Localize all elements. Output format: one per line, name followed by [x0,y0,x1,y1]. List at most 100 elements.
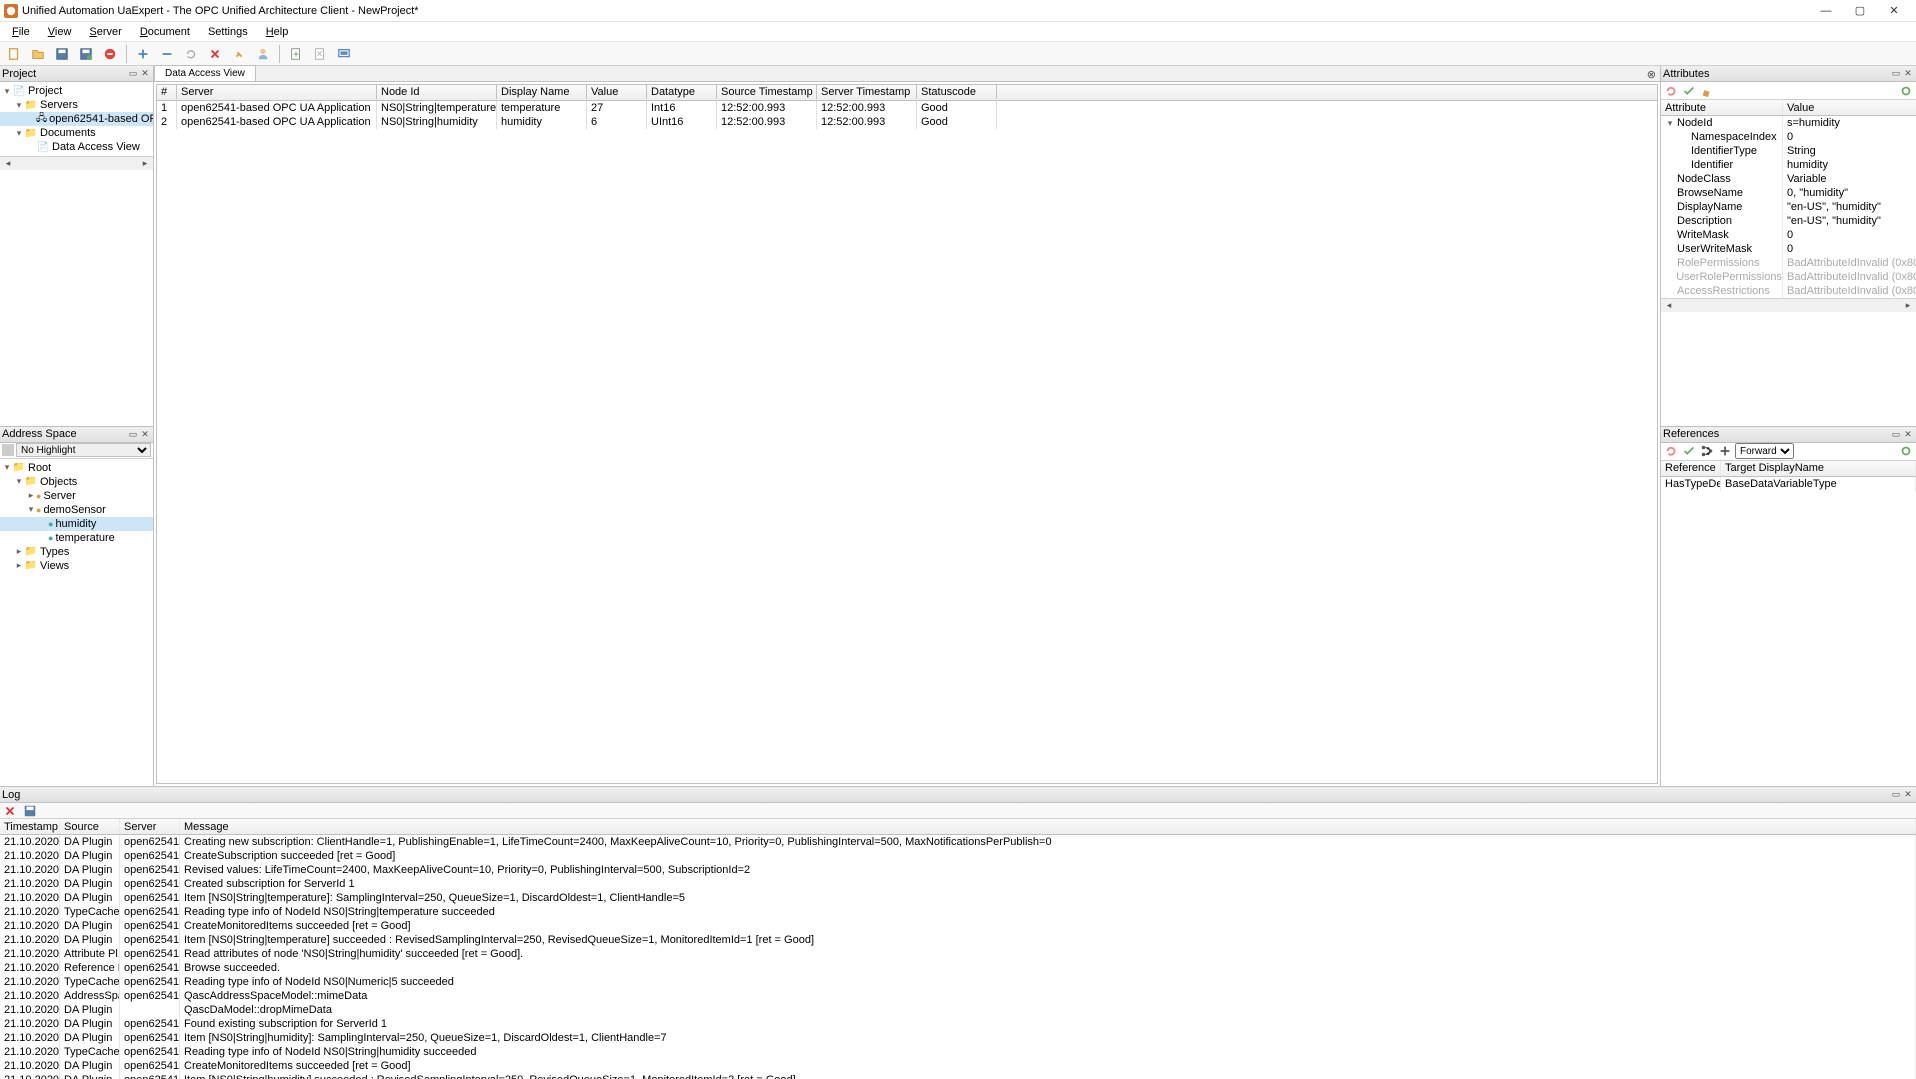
expand-icon[interactable]: ▾ [26,504,36,515]
log-row[interactable]: 21.10.2020 1...TypeCacheopen62541-...Rea… [0,1045,1916,1059]
add-document-button[interactable] [286,44,306,64]
root-node[interactable]: ▾Root [0,461,153,475]
attr-write-button[interactable] [1681,83,1697,99]
humidity-node[interactable]: humidity [0,517,153,531]
menu-server[interactable]: Server [81,24,129,40]
expand-icon[interactable]: ▸ [14,546,24,557]
scroll-left-icon[interactable]: ◂ [1663,300,1675,311]
tab-close-button[interactable]: ⊗ [1643,68,1660,81]
col-datatype[interactable]: Datatype [647,85,717,99]
disconnect-button[interactable] [205,44,225,64]
project-hscroll[interactable]: ◂▸ [0,156,153,170]
objects-node[interactable]: ▾Objects [0,475,153,489]
attr-col-value[interactable]: Value [1783,100,1916,115]
save-as-button[interactable] [76,44,96,64]
col-status[interactable]: Statuscode [917,85,997,99]
tab-data-access-view[interactable]: Data Access View [154,65,256,81]
log-undock-button[interactable]: ▭ [1890,789,1902,801]
log-row[interactable]: 21.10.2020 1...DA Pluginopen62541-...Cre… [0,877,1916,891]
attribute-row[interactable]: NamespaceIndex0 [1661,130,1916,144]
log-clear-button[interactable] [2,803,18,819]
col-src-ts[interactable]: Source Timestamp [717,85,817,99]
highlight-select[interactable]: No Highlight [16,443,151,457]
data-access-table[interactable]: # Server Node Id Display Name Value Data… [156,84,1658,784]
types-node[interactable]: ▸Types [0,545,153,559]
project-root[interactable]: ▾Project [0,84,153,98]
attr-refresh-button[interactable] [1663,83,1679,99]
address-tree[interactable]: ▾Root ▾Objects ▸Server ▾demoSensor humid… [0,459,153,575]
attribute-row[interactable]: BrowseName0, "humidity" [1661,186,1916,200]
ref-refresh-button[interactable] [1663,443,1679,459]
col-display[interactable]: Display Name [497,85,587,99]
ref-check-button[interactable] [1681,443,1697,459]
ref-col-target[interactable]: Target DisplayName [1721,461,1916,476]
attribute-row[interactable]: RolePermissionsBadAttributeIdInvalid (0x… [1661,256,1916,270]
minimize-button[interactable]: — [1816,3,1836,19]
log-close-button[interactable]: ✕ [1902,789,1914,801]
server-node[interactable]: ▸Server [0,489,153,503]
expand-icon[interactable]: ▸ [26,490,36,501]
scroll-left-icon[interactable]: ◂ [2,158,14,169]
scroll-right-icon[interactable]: ▸ [139,158,151,169]
address-close-button[interactable]: ✕ [139,428,151,440]
project-close-button[interactable]: ✕ [139,68,151,80]
log-col-msg[interactable]: Message [180,819,1916,834]
new-project-button[interactable] [4,44,24,64]
menu-help[interactable]: Help [258,24,297,40]
ref-col-reference[interactable]: Reference [1661,461,1721,476]
log-row[interactable]: 21.10.2020 1...TypeCacheopen62541-...Rea… [0,975,1916,989]
reference-row[interactable]: HasTypeDe...BaseDataVariableType [1661,477,1916,491]
attr-settings-button[interactable] [1898,83,1914,99]
log-row[interactable]: 21.10.2020 1...Reference P...open62541-.… [0,961,1916,975]
refresh-button[interactable] [181,44,201,64]
attribute-row[interactable]: IdentifierTypeString [1661,144,1916,158]
log-col-srv[interactable]: Server [120,819,180,834]
attr-col-attribute[interactable]: Attribute [1661,100,1783,115]
log-row[interactable]: 21.10.2020 1...DA Pluginopen62541-...Cre… [0,1059,1916,1073]
connect-button[interactable] [229,44,249,64]
documents-node[interactable]: ▾Documents [0,126,153,140]
attr-close-button[interactable]: ✕ [1902,68,1914,80]
ref-settings-button[interactable] [1898,443,1914,459]
menu-settings[interactable]: Settings [200,24,256,40]
log-row[interactable]: 21.10.2020 1...DA Pluginopen62541-...Cre… [0,835,1916,849]
ref-direction-select[interactable]: Forward [1735,443,1794,459]
col-value[interactable]: Value [587,85,647,99]
attribute-row[interactable]: Description"en-US", "humidity" [1661,214,1916,228]
attribute-row[interactable]: Identifierhumidity [1661,158,1916,172]
menu-file[interactable]: File [4,24,38,40]
log-row[interactable]: 21.10.2020 1...AddressSpa...open62541-..… [0,989,1916,1003]
attribute-row[interactable]: ▾NodeIds=humidity [1661,116,1916,130]
attribute-row[interactable]: AccessRestrictionsBadAttributeIdInvalid … [1661,284,1916,298]
col-srv-ts[interactable]: Server Timestamp [817,85,917,99]
close-button[interactable]: ✕ [1884,3,1904,19]
expand-icon[interactable]: ▾ [2,462,12,473]
attribute-row[interactable]: UserRolePermissionsBadAttributeIdInvalid… [1661,270,1916,284]
log-col-src[interactable]: Source [60,819,120,834]
expand-icon[interactable]: ▾ [14,476,24,487]
log-row[interactable]: 21.10.2020 1...DA Pluginopen62541-...Cre… [0,919,1916,933]
ref-tree-button[interactable] [1699,443,1715,459]
log-row[interactable]: 21.10.2020 1...Attribute Pl...open62541-… [0,947,1916,961]
attr-hscroll[interactable]: ◂▸ [1661,298,1916,312]
document-item[interactable]: Data Access View [0,140,153,154]
table-row[interactable]: 2open62541-based OPC UA ApplicationNS0|S… [157,115,1657,129]
attribute-row[interactable]: UserWriteMask0 [1661,242,1916,256]
close-project-button[interactable] [100,44,120,64]
menu-view[interactable]: View [40,24,80,40]
attribute-row[interactable]: DisplayName"en-US", "humidity" [1661,200,1916,214]
ref-add-button[interactable] [1717,443,1733,459]
configure-button[interactable] [334,44,354,64]
log-row[interactable]: 21.10.2020 1...DA Pluginopen62541-...Ite… [0,1073,1916,1079]
project-tree[interactable]: ▾Project ▾Servers open62541-based OPC U.… [0,82,153,156]
views-node[interactable]: ▸Views [0,559,153,573]
add-server-button[interactable] [133,44,153,64]
temperature-node[interactable]: temperature [0,531,153,545]
menu-document[interactable]: Document [132,24,198,40]
open-project-button[interactable] [28,44,48,64]
user-button[interactable] [253,44,273,64]
col-nodeid[interactable]: Node Id [377,85,497,99]
log-row[interactable]: 21.10.2020 1...DA Pluginopen62541-...Ite… [0,1031,1916,1045]
scroll-right-icon[interactable]: ▸ [1902,300,1914,311]
save-button[interactable] [52,44,72,64]
